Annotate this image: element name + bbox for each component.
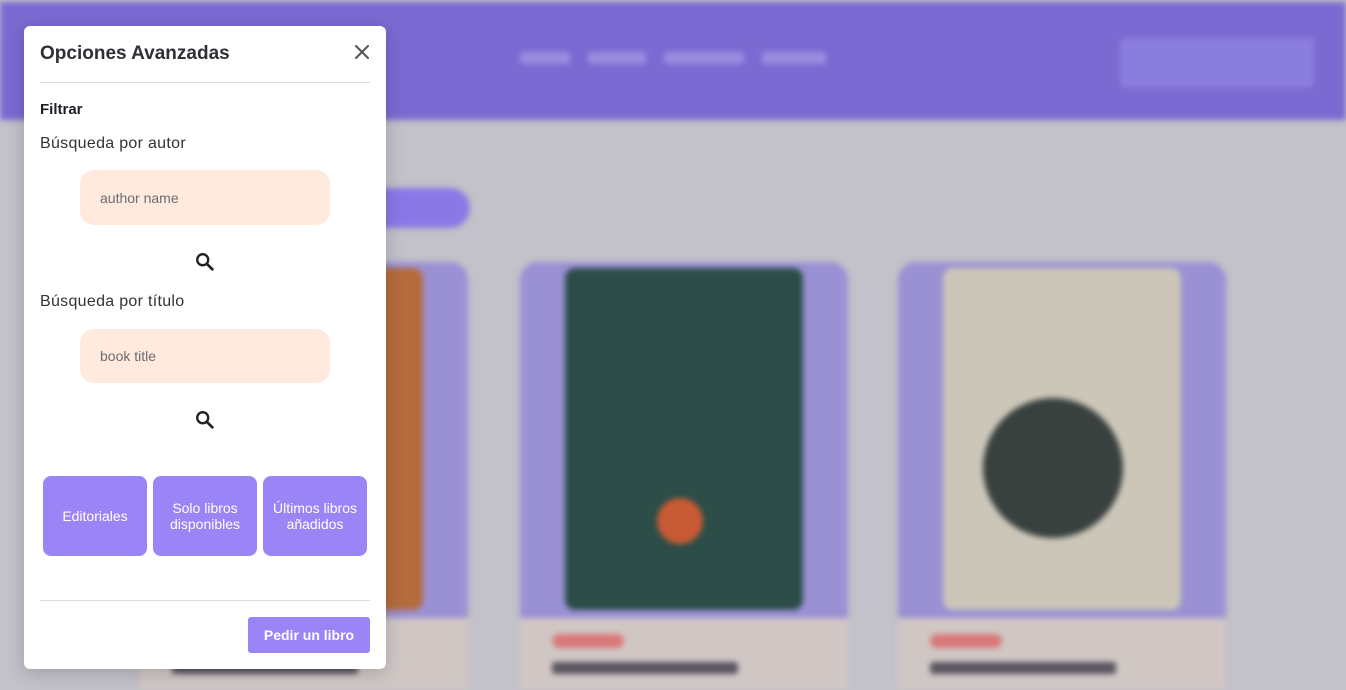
- book-info: [898, 618, 1226, 690]
- filter-section-label: Filtrar: [40, 101, 83, 118]
- title-search-button[interactable]: [192, 407, 218, 433]
- book-title-placeholder: [552, 662, 738, 674]
- latest-added-filter-button[interactable]: Últimos libros añadidos: [263, 476, 367, 556]
- author-search-input[interactable]: [80, 170, 330, 225]
- advanced-options-modal: Opciones Avanzadas Filtrar Búsqueda por …: [24, 26, 386, 669]
- filter-buttons: Editoriales Solo libros disponibles Últi…: [43, 476, 367, 556]
- divider: [40, 600, 370, 601]
- book-info: [520, 618, 848, 690]
- title-search-input[interactable]: [80, 329, 330, 383]
- book-cover: [565, 268, 803, 610]
- title-search-label: Búsqueda por título: [40, 293, 185, 310]
- user-menu: [1120, 38, 1314, 88]
- publishers-filter-button[interactable]: Editoriales: [43, 476, 147, 556]
- search-icon: [196, 253, 214, 271]
- modal-title: Opciones Avanzadas: [40, 43, 230, 64]
- book-title-placeholder: [930, 662, 1116, 674]
- search-icon: [196, 411, 214, 429]
- available-only-filter-button[interactable]: Solo libros disponibles: [153, 476, 257, 556]
- author-search-label: Búsqueda por autor: [40, 135, 186, 152]
- close-icon: [355, 45, 369, 59]
- book-cover: [943, 268, 1181, 610]
- site-nav: [520, 52, 826, 64]
- book-card: [898, 262, 1226, 690]
- availability-badge: [552, 634, 624, 648]
- author-search-button[interactable]: [192, 249, 218, 275]
- divider: [40, 82, 370, 83]
- book-card: [520, 262, 848, 690]
- close-button[interactable]: [350, 40, 374, 64]
- request-book-button[interactable]: Pedir un libro: [248, 617, 370, 653]
- availability-badge: [930, 634, 1002, 648]
